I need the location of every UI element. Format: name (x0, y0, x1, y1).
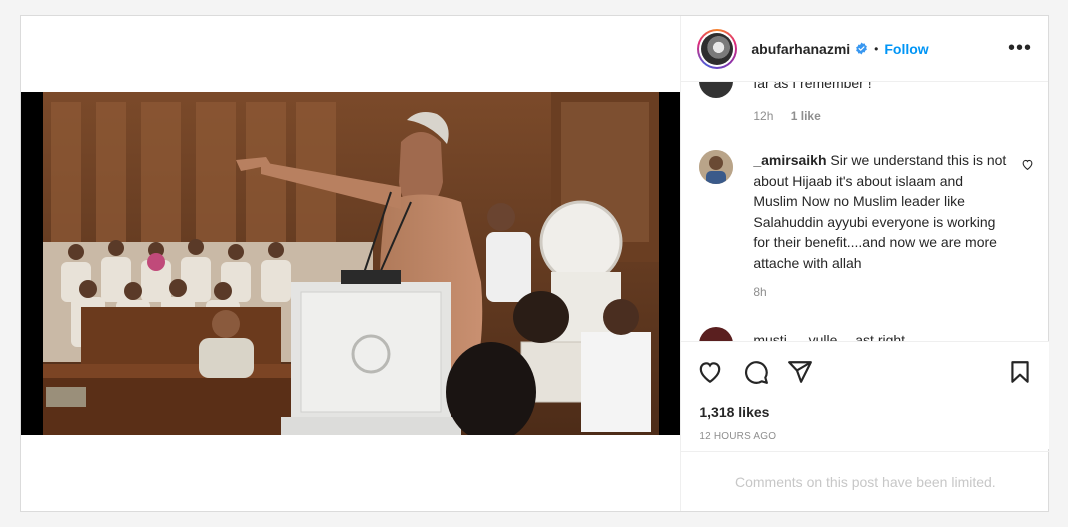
like-heart-icon[interactable] (697, 359, 723, 385)
avatar-image (701, 32, 734, 65)
verified-badge-icon (856, 42, 868, 55)
share-paper-plane-icon[interactable] (787, 359, 813, 385)
username-link[interactable]: abufarhanazmi (751, 41, 850, 57)
post-actions: 1,318 likes 12 HOURS AGO (681, 341, 1050, 449)
comment-bubble-icon[interactable] (743, 359, 769, 385)
post-image (21, 92, 681, 435)
likes-count[interactable]: 1,318 likes (699, 404, 769, 420)
comment-username[interactable]: _amirsaikh (753, 152, 826, 168)
post-media[interactable] (21, 16, 681, 511)
comment-time[interactable]: 12h (753, 109, 773, 123)
post-header: abufarhanazmi • Follow ••• (681, 16, 1048, 82)
save-bookmark-icon[interactable] (1007, 359, 1033, 385)
comment-text-partial: far as I remember ! (753, 82, 872, 91)
post-photo[interactable] (21, 92, 681, 435)
comment-like-heart-icon[interactable] (1021, 158, 1034, 171)
avatar[interactable] (697, 28, 738, 69)
comments-limited-notice: Comments on this post have been limited. (681, 451, 1050, 511)
more-options-icon[interactable]: ••• (1008, 38, 1032, 58)
post-sidebar: abufarhanazmi • Follow ••• far as I reme… (680, 16, 1050, 511)
separator-dot: • (874, 41, 879, 56)
comment-body: _amirsaikh Sir we understand this is not… (753, 150, 1008, 273)
comments-list[interactable]: far as I remember ! 12h 1 like _amirsaik… (681, 82, 1049, 342)
comment-text: Sir we understand this is not about Hija… (753, 152, 1007, 271)
comment-avatar[interactable] (699, 327, 734, 342)
commenter-photo (699, 150, 734, 184)
post-container: abufarhanazmi • Follow ••• far as I reme… (20, 15, 1050, 512)
comment-meta: 8h (753, 285, 766, 299)
comment-likes[interactable]: 1 like (791, 109, 821, 123)
comment-avatar[interactable] (699, 82, 734, 98)
comment-time[interactable]: 8h (753, 285, 766, 299)
comment-avatar[interactable] (699, 150, 734, 184)
comment-meta: 12h 1 like (753, 109, 820, 123)
avatar-inner (699, 30, 736, 67)
follow-button[interactable]: Follow (884, 41, 928, 57)
post-timestamp[interactable]: 12 HOURS AGO (699, 431, 776, 442)
